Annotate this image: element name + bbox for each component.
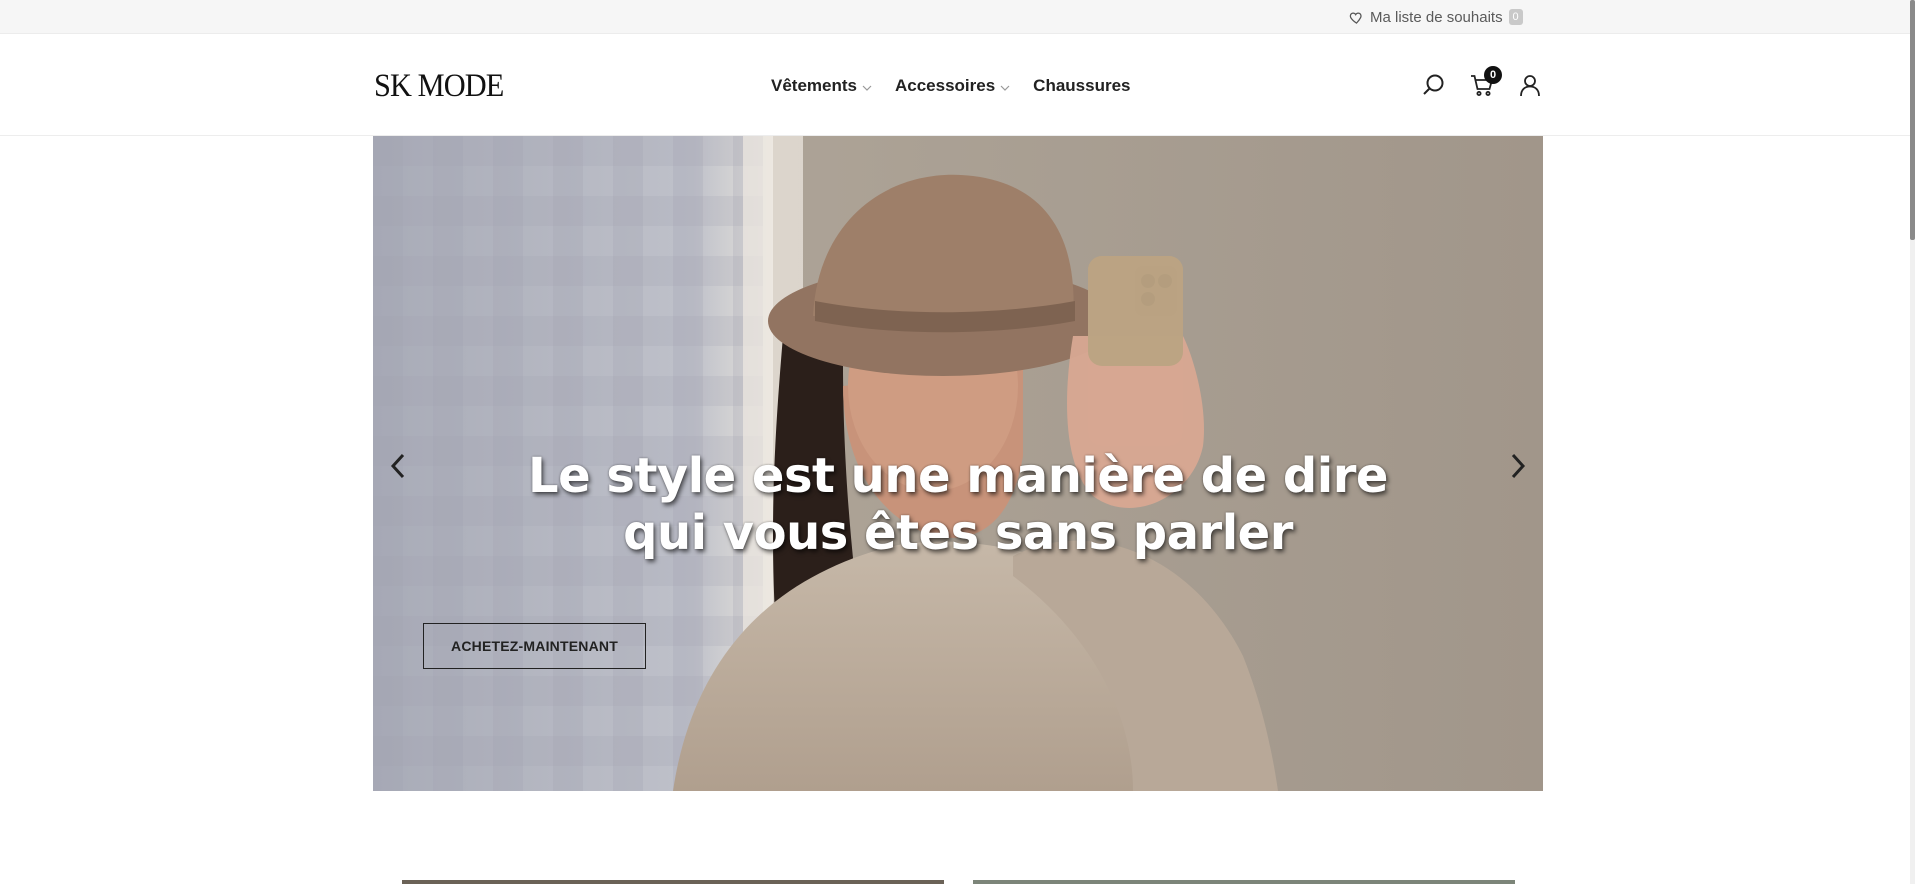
hero-title-line: qui vous êtes sans parler xyxy=(623,505,1293,561)
hero-title-line: Le style est une manière de dire xyxy=(528,448,1388,504)
wishlist-label: Ma liste de souhaits xyxy=(1370,8,1503,26)
chevron-down-icon xyxy=(1000,85,1010,91)
page-scrollbar-thumb[interactable] xyxy=(1910,0,1915,240)
search-button[interactable] xyxy=(1421,72,1447,98)
search-icon xyxy=(1423,74,1444,95)
cart-count-badge: 0 xyxy=(1484,66,1502,84)
hero-title: Le style est une manière de dire qui vou… xyxy=(373,448,1543,562)
heart-icon xyxy=(1349,11,1362,24)
site-logo[interactable]: SK MODE xyxy=(372,68,510,104)
top-bar: Ma liste de souhaits 0 xyxy=(0,0,1915,34)
main-nav: Vêtements Accessoires Chaussures xyxy=(771,74,1154,98)
shop-now-button[interactable]: ACHETEZ-MAINTENANT xyxy=(423,623,646,669)
nav-item-label: Chaussures xyxy=(1033,76,1131,95)
nav-item-chaussures[interactable]: Chaussures xyxy=(1033,76,1130,96)
nav-item-label: Accessoires xyxy=(894,76,996,95)
chevron-down-icon xyxy=(862,85,872,91)
nav-item-vetements[interactable]: Vêtements xyxy=(771,76,872,96)
logo-text: SK MODE xyxy=(374,67,504,104)
site-header: SK MODE Vêtements Accessoires Chaussures xyxy=(0,34,1915,136)
wishlist-link[interactable]: Ma liste de souhaits 0 xyxy=(1349,6,1523,28)
account-button[interactable] xyxy=(1517,72,1543,98)
nav-item-label: Vêtements xyxy=(771,76,857,95)
wishlist-count-badge: 0 xyxy=(1508,9,1523,25)
user-icon xyxy=(1520,75,1540,97)
category-banner[interactable] xyxy=(402,880,944,884)
nav-item-accessoires[interactable]: Accessoires xyxy=(895,76,1010,96)
category-banner[interactable] xyxy=(973,880,1515,884)
